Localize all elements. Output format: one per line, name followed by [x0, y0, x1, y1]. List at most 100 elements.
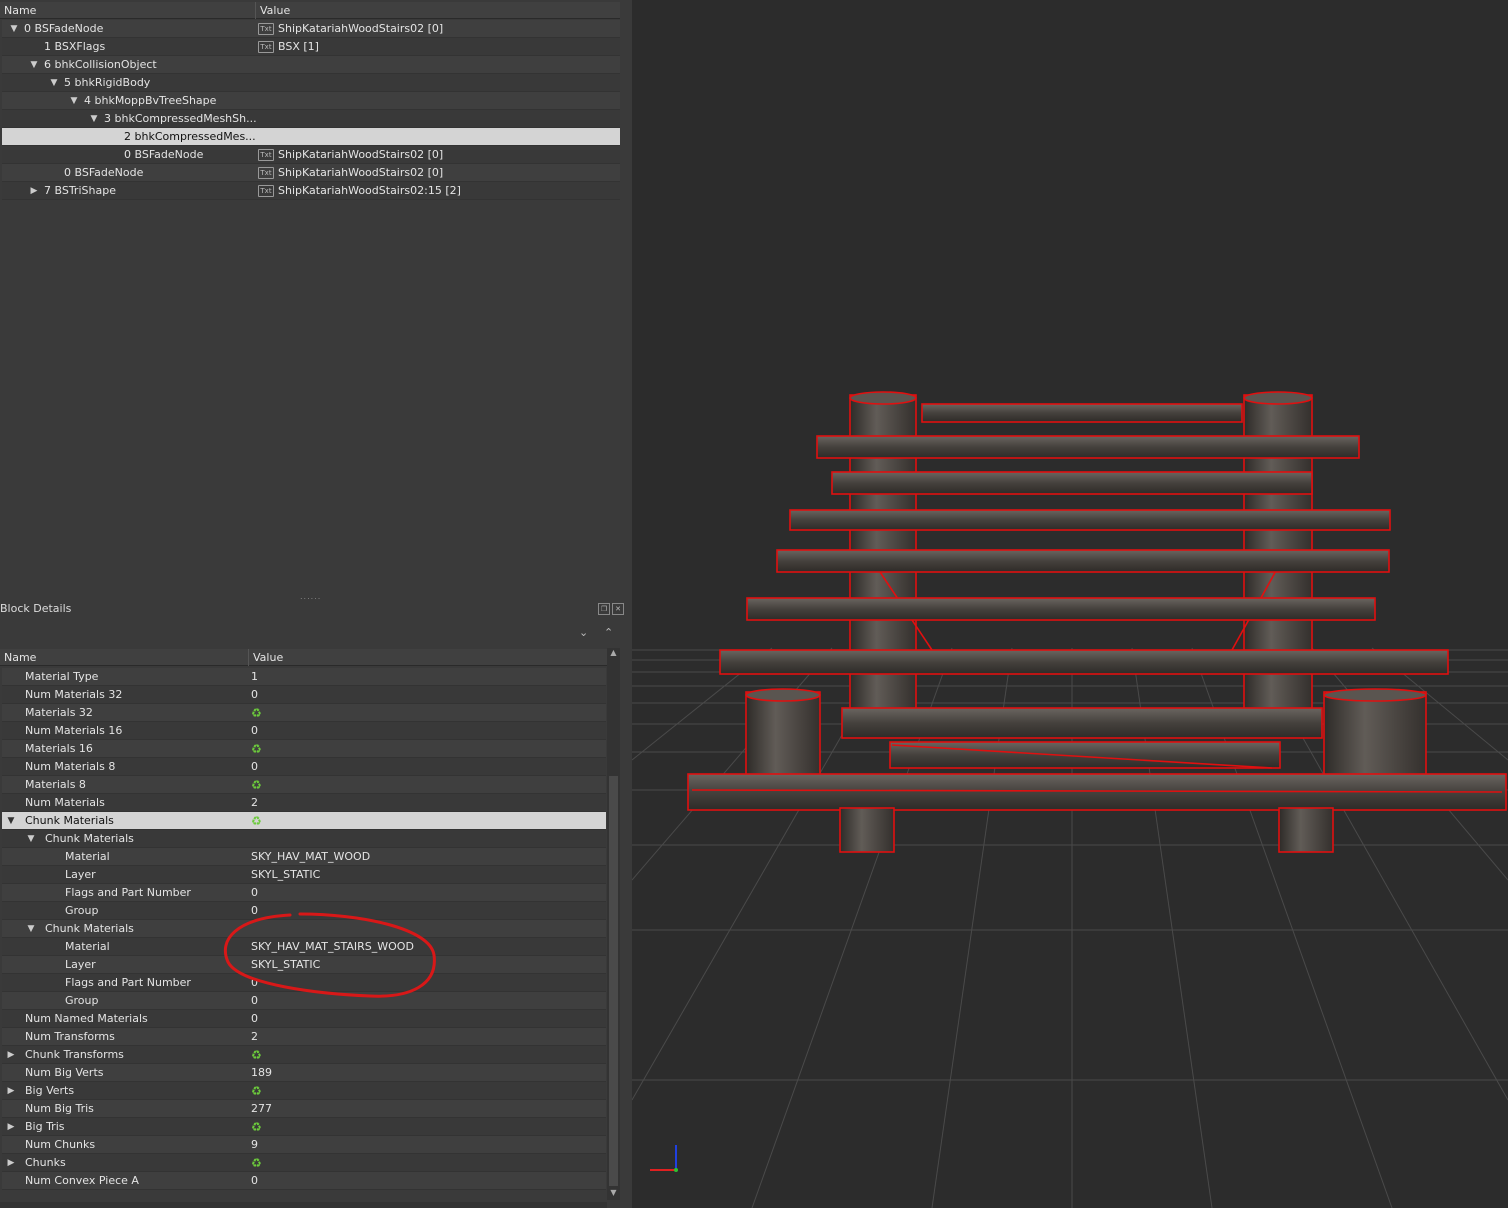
details-row[interactable]: Num Materials 2 — [2, 794, 606, 812]
tree-row[interactable]: ▶ 7 BSTriShape Txt ShipKatariahWoodStairs02… — [2, 182, 620, 200]
tree-row[interactable]: 0 BSFadeNode Txt ShipKatariahWoodStairs02 … — [2, 146, 620, 164]
collapse-all-icon[interactable]: ⌄ — [579, 626, 588, 639]
refresh-icon[interactable]: ♻ — [251, 1046, 262, 1064]
tree-header-value[interactable]: Value — [255, 2, 620, 19]
triangle-right-icon[interactable]: ▶ — [5, 1118, 17, 1136]
tree-row[interactable]: 2 bhkCompressedMes... — [2, 128, 620, 146]
triangle-down-icon[interactable]: ▼ — [25, 920, 37, 938]
details-row-value[interactable]: 2 — [251, 794, 258, 812]
tree-row[interactable]: 0 BSFadeNode Txt ShipKatariahWoodStairs02 … — [2, 164, 620, 182]
scroll-down-icon[interactable]: ▼ — [607, 1188, 620, 1200]
details-scrollbar[interactable]: ▲ ▼ — [607, 648, 620, 1200]
details-row[interactable]: Material SKY_HAV_MAT_WOOD — [2, 848, 606, 866]
float-icon[interactable]: ❐ — [598, 603, 610, 615]
details-row[interactable]: ▶ Big Verts ♻ — [2, 1082, 606, 1100]
details-row-value[interactable]: 0 — [251, 722, 258, 740]
refresh-icon[interactable]: ♻ — [251, 740, 262, 758]
details-row-value[interactable]: 189 — [251, 1064, 272, 1082]
details-row[interactable]: Material Type 1 — [2, 668, 606, 686]
details-horizontal-scrollbar[interactable] — [0, 1202, 607, 1208]
tree-row[interactable]: ▼ 4 bhkMoppBvTreeShape — [2, 92, 620, 110]
details-row-value[interactable]: ♻ — [251, 1046, 262, 1064]
details-row[interactable]: Num Big Verts 189 — [2, 1064, 606, 1082]
vertical-splitter-handle[interactable]: ⋮ — [628, 575, 639, 595]
triangle-down-icon[interactable]: ▼ — [28, 56, 40, 74]
expand-all-icon[interactable]: ⌃ — [604, 626, 613, 639]
triangle-down-icon[interactable]: ▼ — [5, 812, 17, 830]
details-row-value[interactable]: 0 — [251, 974, 258, 992]
triangle-right-icon[interactable]: ▶ — [5, 1154, 17, 1172]
tree-row[interactable]: ▼ 5 bhkRigidBody — [2, 74, 620, 92]
details-row[interactable]: Group 0 — [2, 902, 606, 920]
scrollbar-thumb[interactable] — [609, 776, 618, 1186]
details-row-value[interactable]: 0 — [251, 992, 258, 1010]
details-row[interactable]: Materials 32 ♻ — [2, 704, 606, 722]
details-row-value[interactable]: 0 — [251, 1172, 258, 1190]
refresh-icon[interactable]: ♻ — [251, 1082, 262, 1100]
details-row-value[interactable]: 0 — [251, 758, 258, 776]
details-header-name[interactable]: Name — [0, 649, 248, 666]
details-row[interactable]: Num Convex Piece A 0 — [2, 1172, 606, 1190]
details-row[interactable]: Flags and Part Number 0 — [2, 884, 606, 902]
details-row-value[interactable]: ♻ — [251, 1154, 262, 1172]
refresh-icon[interactable]: ♻ — [251, 1118, 262, 1136]
triangle-right-icon[interactable]: ▶ — [5, 1046, 17, 1064]
details-row[interactable]: Num Materials 8 0 — [2, 758, 606, 776]
details-row-value[interactable]: ♻ — [251, 704, 262, 722]
details-row-value[interactable]: ♻ — [251, 1082, 262, 1100]
details-row[interactable]: Layer SKYL_STATIC — [2, 866, 606, 884]
tree-row[interactable]: 1 BSXFlags Txt BSX [1] — [2, 38, 620, 56]
details-row[interactable]: Num Transforms 2 — [2, 1028, 606, 1046]
details-row[interactable]: Num Named Materials 0 — [2, 1010, 606, 1028]
tree-row[interactable]: ▼ 6 bhkCollisionObject — [2, 56, 620, 74]
details-row[interactable]: Layer SKYL_STATIC — [2, 956, 606, 974]
triangle-down-icon[interactable]: ▼ — [88, 110, 100, 128]
details-row[interactable]: ▼ Chunk Materials — [2, 920, 606, 938]
details-row[interactable]: ▶ Chunk Transforms ♻ — [2, 1046, 606, 1064]
details-row-value[interactable]: 0 — [251, 902, 258, 920]
details-row[interactable]: Materials 16 ♻ — [2, 740, 606, 758]
details-row[interactable]: ▶ Chunks ♻ — [2, 1154, 606, 1172]
details-row[interactable]: Num Chunks 9 — [2, 1136, 606, 1154]
details-row[interactable]: Group 0 — [2, 992, 606, 1010]
details-row-value[interactable]: ♻ — [251, 1118, 262, 1136]
splitter-handle[interactable]: ...... — [300, 592, 324, 601]
tree-header-name[interactable]: Name — [0, 2, 255, 19]
details-row-value[interactable]: SKY_HAV_MAT_WOOD — [251, 848, 370, 866]
details-row-value[interactable]: SKYL_STATIC — [251, 956, 320, 974]
details-row-value[interactable]: ♻ — [251, 740, 262, 758]
triangle-down-icon[interactable]: ▼ — [8, 20, 20, 38]
details-row[interactable]: Materials 8 ♻ — [2, 776, 606, 794]
details-row-value[interactable]: 2 — [251, 1028, 258, 1046]
details-row-value[interactable]: 9 — [251, 1136, 258, 1154]
stairs-model[interactable] — [687, 391, 1507, 853]
refresh-icon[interactable]: ♻ — [251, 1154, 262, 1172]
details-row-value[interactable]: 0 — [251, 884, 258, 902]
details-row-value[interactable]: 0 — [251, 1010, 258, 1028]
details-row-value[interactable]: 277 — [251, 1100, 272, 1118]
details-row-value[interactable]: 1 — [251, 668, 258, 686]
details-row-value[interactable]: SKY_HAV_MAT_STAIRS_WOOD — [251, 938, 414, 956]
triangle-down-icon[interactable]: ▼ — [68, 92, 80, 110]
triangle-down-icon[interactable]: ▼ — [25, 830, 37, 848]
details-row[interactable]: ▼ Chunk Materials ♻ — [2, 812, 606, 830]
tree-row[interactable]: ▼ 3 bhkCompressedMeshSh... — [2, 110, 620, 128]
details-row-value[interactable]: ♻ — [251, 776, 262, 794]
details-row-value[interactable]: 0 — [251, 686, 258, 704]
close-icon[interactable]: ✕ — [612, 603, 624, 615]
refresh-icon[interactable]: ♻ — [251, 812, 262, 830]
viewport-canvas[interactable] — [632, 0, 1508, 1208]
details-row[interactable]: Num Materials 16 0 — [2, 722, 606, 740]
triangle-right-icon[interactable]: ▶ — [5, 1082, 17, 1100]
details-row[interactable]: ▶ Big Tris ♻ — [2, 1118, 606, 1136]
details-row[interactable]: Flags and Part Number 0 — [2, 974, 606, 992]
scroll-up-icon[interactable]: ▲ — [607, 648, 620, 660]
details-row[interactable]: Material SKY_HAV_MAT_STAIRS_WOOD — [2, 938, 606, 956]
details-row-value[interactable]: ♻ — [251, 812, 262, 830]
details-row[interactable]: Num Big Tris 277 — [2, 1100, 606, 1118]
refresh-icon[interactable]: ♻ — [251, 776, 262, 794]
triangle-right-icon[interactable]: ▶ — [28, 182, 40, 200]
triangle-down-icon[interactable]: ▼ — [48, 74, 60, 92]
details-row-value[interactable]: SKYL_STATIC — [251, 866, 320, 884]
tree-row[interactable]: ▼ 0 BSFadeNode Txt ShipKatariahWoodStairs02… — [2, 20, 620, 38]
